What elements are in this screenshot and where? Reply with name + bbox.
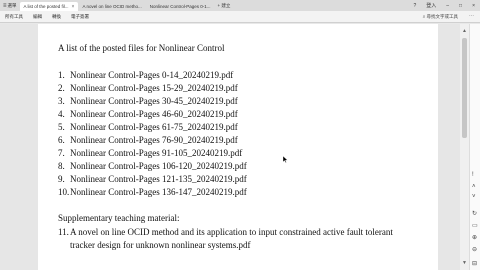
list-item: 2. Nonlinear Control-Pages 15-29_20240219… (58, 82, 408, 95)
file-name: Nonlinear Control-Pages 61-75_20240219.p… (70, 121, 238, 132)
list-item: 6. Nonlinear Control-Pages 76-90_20240219… (58, 134, 408, 147)
rotate-icon[interactable]: ↻ (472, 210, 477, 217)
new-tab-button[interactable]: + 建立 (215, 3, 234, 9)
supplementary-text: A novel on line OCID method and its appl… (70, 226, 393, 251)
file-name: Nonlinear Control-Pages 136-147_20240219… (70, 187, 247, 198)
item-number: 8. (58, 161, 65, 172)
file-name: Nonlinear Control-Pages 0-14_20240219.pd… (70, 69, 234, 80)
document-viewer[interactable]: A list of the posted files for Nonlinear… (0, 24, 460, 270)
item-number: 11. (58, 226, 69, 237)
read-mode-icon[interactable]: ⊟ (472, 260, 477, 267)
scroll-up-icon[interactable]: ▲ (462, 28, 467, 34)
list-item: 7. Nonlinear Control-Pages 91-105_2024021… (58, 147, 408, 160)
zoom-in-icon[interactable]: ⊕ (472, 234, 477, 241)
item-number: 5. (58, 121, 65, 132)
mouse-cursor-icon (283, 156, 288, 163)
title-bar: ≡ 選單 A list of the posted fil... × A nov… (0, 0, 480, 11)
tool-e-sign[interactable]: 電子簽署 (66, 14, 94, 20)
search-icon: ⌕ (422, 14, 426, 19)
pdf-page: A list of the posted files for Nonlinear… (38, 24, 438, 270)
search-label: 尋找文字或工具 (426, 14, 459, 19)
window-close-icon[interactable]: × (467, 3, 480, 9)
tool-edit[interactable]: 編輯 (28, 14, 47, 20)
menu-icon: ≡ (3, 2, 7, 9)
tab-nonlinear-control[interactable]: Nonlinear Control-Pages 0-1... (146, 2, 215, 11)
minimize-icon[interactable]: – (441, 3, 454, 9)
tab-label: A list of the posted fil... (23, 4, 69, 9)
sign-in-button[interactable]: 登入 (421, 2, 441, 9)
list-item: 10. Nonlinear Control-Pages 136-147_20240… (58, 186, 408, 199)
maximize-icon[interactable]: □ (454, 3, 467, 9)
file-name: Nonlinear Control-Pages 46-60_20240219.p… (70, 108, 238, 119)
tab-label: Nonlinear Control-Pages 0-1... (149, 4, 211, 9)
scrollbar-thumb[interactable] (462, 38, 467, 138)
item-number: 4. (58, 108, 65, 119)
list-item: 8. Nonlinear Control-Pages 106-120_202402… (58, 160, 408, 173)
file-name: Nonlinear Control-Pages 76-90_20240219.p… (70, 134, 238, 145)
menu-label: 選單 (7, 2, 17, 8)
zoom-out-icon[interactable]: ⊖ (472, 246, 477, 253)
item-number: 6. (58, 134, 65, 145)
document-heading: A list of the posted files for Nonlinear… (58, 43, 225, 53)
list-item: 11. A novel on line OCID method and its … (58, 226, 408, 253)
menu-button[interactable]: ≡ 選單 (0, 0, 20, 11)
file-name: Nonlinear Control-Pages 30-45_20240219.p… (70, 95, 238, 106)
item-number: 7. (58, 148, 65, 159)
right-tool-rail: ! ˄ ˅ ↻ ▭ ⊕ ⊖ ⊟ (469, 24, 480, 270)
list-item: 5. Nonlinear Control-Pages 61-75_20240219… (58, 121, 408, 134)
file-name: Nonlinear Control-Pages 15-29_20240219.p… (70, 82, 238, 93)
page-up-icon[interactable]: ˄ (472, 184, 476, 190)
tab-list-of-files[interactable]: A list of the posted fil... × (19, 2, 79, 11)
toolbar: 所有工具 編輯 轉換 電子簽署 ⌕ 尋找文字或工具 ⋯ (0, 11, 480, 23)
file-name: Nonlinear Control-Pages 121-135_20240219… (70, 174, 247, 185)
item-number: 10. (58, 187, 70, 198)
search-tools[interactable]: ⌕ 尋找文字或工具 (423, 14, 458, 20)
list-item: 4. Nonlinear Control-Pages 46-60_20240219… (58, 108, 408, 121)
tool-convert[interactable]: 轉換 (47, 14, 66, 20)
vertical-scrollbar[interactable]: ▲ ▼ (460, 24, 469, 270)
tool-all-tools[interactable]: 所有工具 (0, 14, 28, 20)
comment-icon[interactable]: ! (472, 172, 474, 178)
item-number: 1. (58, 69, 65, 80)
help-icon[interactable]: ? (408, 3, 421, 9)
item-number: 9. (58, 174, 65, 185)
document-content: A list of the posted files for Nonlinear… (58, 42, 408, 253)
file-list: 1. Nonlinear Control-Pages 0-14_20240219.… (58, 69, 408, 200)
item-number: 2. (58, 82, 65, 93)
file-name: Nonlinear Control-Pages 106-120_20240219… (70, 161, 247, 172)
list-item: 1. Nonlinear Control-Pages 0-14_20240219.… (58, 69, 408, 82)
item-number: 3. (58, 95, 65, 106)
close-icon[interactable]: × (72, 4, 75, 10)
supplementary-heading: Supplementary teaching material: (58, 213, 180, 224)
list-item: 9. Nonlinear Control-Pages 121-135_202402… (58, 173, 408, 186)
fit-page-icon[interactable]: ▭ (472, 222, 478, 229)
tab-ocid-method[interactable]: A novel on line OCID metho... (78, 2, 145, 11)
scroll-down-icon[interactable]: ▼ (462, 260, 467, 266)
tab-label: A novel on line OCID metho... (82, 4, 142, 9)
page-down-icon[interactable]: ˅ (472, 194, 476, 200)
more-icon[interactable]: ⋯ (469, 13, 474, 19)
file-name: Nonlinear Control-Pages 91-105_20240219.… (70, 148, 243, 159)
list-item: 3. Nonlinear Control-Pages 30-45_20240219… (58, 95, 408, 108)
